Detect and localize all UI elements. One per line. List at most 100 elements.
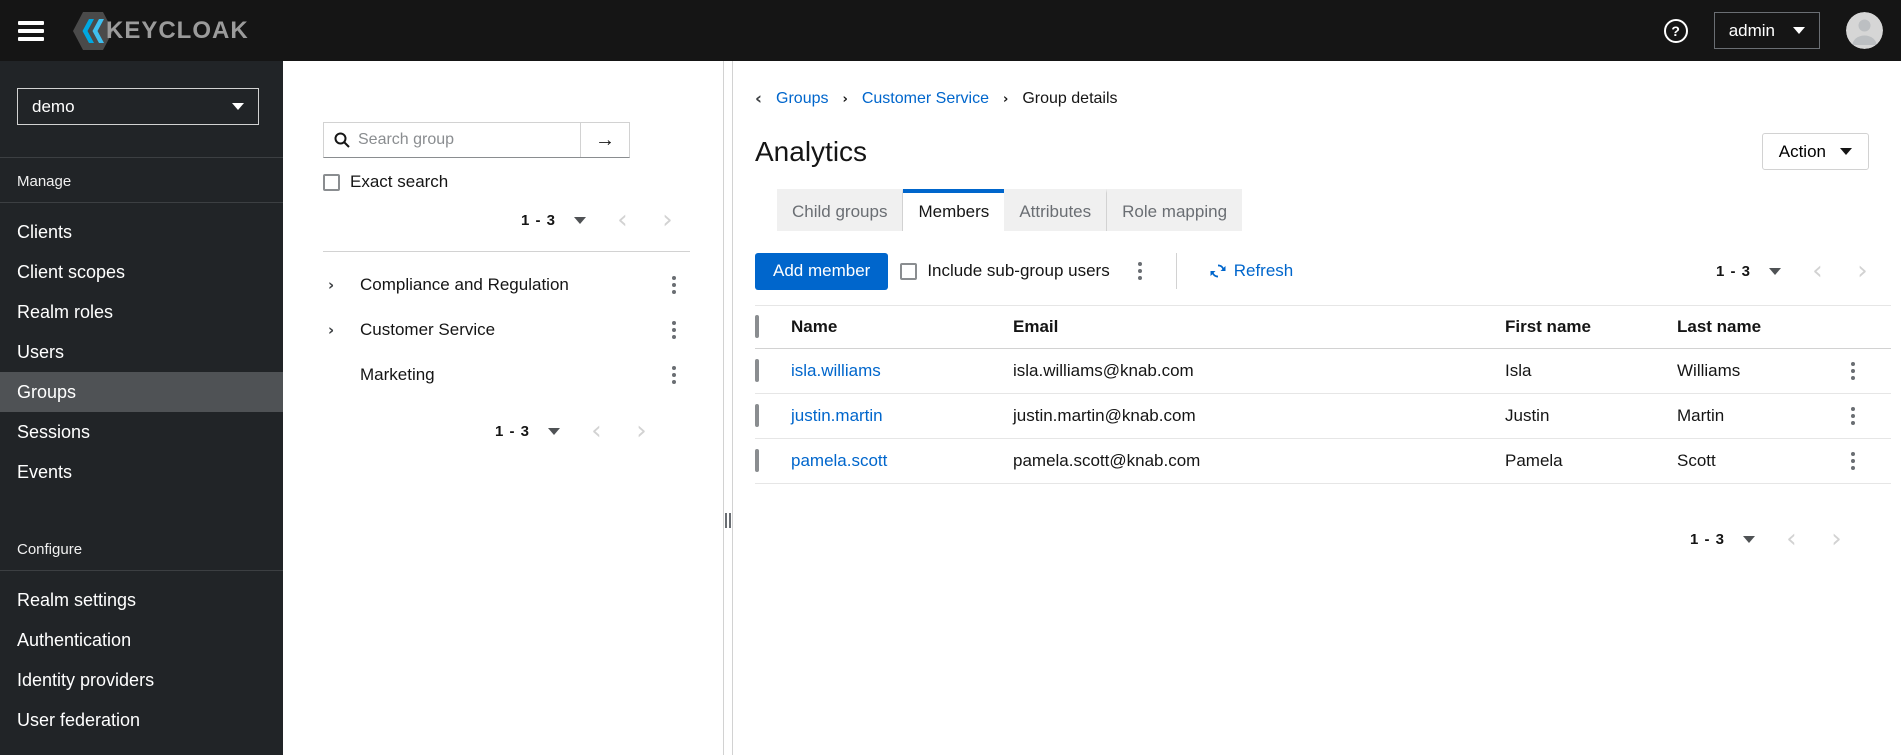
pagination-next-button[interactable]: ›	[645, 207, 690, 233]
pagination-range: 1 - 3	[494, 422, 530, 440]
pagination-range: 1 - 3	[1715, 262, 1751, 280]
select-all-checkbox[interactable]	[755, 315, 759, 338]
group-tree-item: › Customer Service	[323, 307, 690, 352]
group-search-box: →	[323, 122, 630, 158]
chevron-right-icon: ›	[842, 91, 848, 107]
tab-child-groups[interactable]: Child groups	[777, 189, 904, 231]
search-group-input[interactable]	[356, 123, 580, 157]
table-row: justin.martin justin.martin@knab.com Jus…	[755, 393, 1891, 439]
pagination-prev-button[interactable]: ‹	[574, 418, 619, 444]
caret-down-icon	[1793, 27, 1805, 34]
username-label: admin	[1728, 20, 1775, 40]
column-header-first-name: First name	[1505, 305, 1677, 349]
search-icon	[324, 123, 356, 157]
pagination-next-button[interactable]: ›	[619, 418, 664, 444]
sidebar-divider	[0, 157, 283, 158]
group-label[interactable]: Marketing	[360, 365, 435, 385]
sidebar-item-realm-settings[interactable]: Realm settings	[0, 580, 283, 620]
sidebar-item-client-scopes[interactable]: Client scopes	[0, 252, 283, 292]
exact-search-checkbox[interactable]	[323, 173, 340, 191]
chevron-right-icon[interactable]: ›	[323, 276, 360, 294]
group-tree-panel: → Exact search 1 - 3 ‹ › › Compliance	[283, 61, 723, 755]
avatar-icon	[1846, 12, 1883, 49]
realm-name: demo	[32, 96, 75, 116]
tab-role-mapping[interactable]: Role mapping	[1107, 189, 1243, 231]
pagination-menu-caret-icon[interactable]	[574, 216, 586, 224]
table-header-row: Name Email First name Last name	[755, 305, 1891, 349]
masthead: KEYCLOAK ? admin	[0, 0, 1901, 61]
refresh-label: Refresh	[1233, 261, 1294, 280]
pagination-next-button[interactable]: ›	[1814, 526, 1859, 552]
sidebar-item-authentication[interactable]: Authentication	[0, 620, 283, 660]
caret-down-icon	[1840, 148, 1852, 155]
nav-section-manage: Manage	[17, 173, 72, 190]
exact-search-label: Exact search	[350, 172, 449, 191]
pagination-next-button[interactable]: ›	[1840, 258, 1885, 284]
panel-resize-handle[interactable]	[723, 61, 733, 755]
nav-section-configure: Configure	[17, 541, 83, 558]
group-label[interactable]: Customer Service	[360, 320, 495, 340]
pagination-menu-caret-icon[interactable]	[1769, 267, 1781, 275]
breadcrumb-link-customer-service[interactable]: Customer Service	[862, 90, 989, 108]
caret-down-icon	[232, 103, 244, 110]
table-row: pamela.scott pamela.scott@knab.com Pamel…	[755, 438, 1891, 484]
exact-search-row: Exact search	[323, 172, 690, 192]
sidebar-item-groups[interactable]: Groups	[0, 372, 283, 412]
help-icon[interactable]: ?	[1663, 18, 1688, 43]
member-name-link[interactable]: justin.martin	[791, 406, 883, 425]
add-member-button[interactable]: Add member	[755, 252, 889, 290]
include-subgroups-checkbox[interactable]	[900, 262, 918, 280]
tab-attributes[interactable]: Attributes	[1004, 189, 1108, 231]
breadcrumb-back-icon[interactable]: ‹	[755, 89, 762, 109]
realm-selector[interactable]: demo	[17, 88, 259, 125]
group-kebab-button[interactable]	[668, 317, 680, 343]
manage-nav-list: Clients Client scopes Realm roles Users …	[0, 212, 283, 492]
group-kebab-button[interactable]	[668, 272, 680, 298]
member-last-name: Williams	[1677, 348, 1855, 394]
sidebar-item-users[interactable]: Users	[0, 332, 283, 372]
tab-members[interactable]: Members	[903, 189, 1005, 231]
user-menu-dropdown[interactable]: admin	[1713, 12, 1820, 49]
pagination-range: 1 - 3	[1689, 530, 1725, 548]
breadcrumb-link-groups[interactable]: Groups	[776, 90, 828, 108]
search-submit-button[interactable]: →	[580, 123, 629, 157]
toolbar-kebab-button[interactable]	[1134, 258, 1146, 284]
hamburger-menu-icon[interactable]	[18, 20, 44, 41]
sidebar-item-events[interactable]: Events	[0, 452, 283, 492]
row-kebab-button[interactable]	[1847, 403, 1859, 429]
brand-text: KEYCLOAK	[106, 16, 249, 44]
column-header-name: Name	[791, 305, 1013, 349]
pagination-menu-caret-icon[interactable]	[548, 427, 560, 435]
refresh-button[interactable]: Refresh	[1204, 260, 1300, 282]
group-label[interactable]: Compliance and Regulation	[360, 275, 569, 295]
group-kebab-button[interactable]	[668, 362, 680, 388]
chevron-right-icon[interactable]: ›	[323, 321, 360, 339]
sidebar-divider	[0, 202, 283, 203]
pagination-prev-button[interactable]: ‹	[1769, 526, 1814, 552]
sidebar-item-identity-providers[interactable]: Identity providers	[0, 660, 283, 700]
member-name-link[interactable]: pamela.scott	[791, 451, 887, 470]
pagination-menu-caret-icon[interactable]	[1743, 535, 1755, 543]
sidebar-item-sessions[interactable]: Sessions	[0, 412, 283, 452]
members-pagination-top: 1 - 3 ‹ ›	[1715, 258, 1885, 284]
avatar[interactable]	[1846, 12, 1883, 49]
chevron-right-icon: ›	[1003, 91, 1009, 107]
masthead-actions: ? admin	[1663, 12, 1891, 49]
action-dropdown-button[interactable]: Action	[1761, 133, 1869, 170]
row-kebab-button[interactable]	[1847, 358, 1859, 384]
members-table: Name Email First name Last name isla.wil…	[755, 305, 1891, 484]
member-name-link[interactable]: isla.williams	[791, 361, 881, 380]
sidebar-item-realm-roles[interactable]: Realm roles	[0, 292, 283, 332]
row-kebab-button[interactable]	[1847, 448, 1859, 474]
tree-pagination-bottom: 1 - 3 ‹ ›	[323, 418, 690, 444]
sidebar-item-user-federation[interactable]: User federation	[0, 700, 283, 740]
pagination-prev-button[interactable]: ‹	[600, 207, 645, 233]
sidebar-item-clients[interactable]: Clients	[0, 212, 283, 252]
pagination-prev-button[interactable]: ‹	[1795, 258, 1840, 284]
tree-divider	[323, 251, 690, 252]
row-checkbox[interactable]	[755, 359, 759, 382]
column-header-email: Email	[1013, 305, 1505, 349]
app-body: demo Manage Clients Client scopes Realm …	[0, 61, 1901, 755]
row-checkbox[interactable]	[755, 449, 759, 472]
row-checkbox[interactable]	[755, 404, 759, 427]
